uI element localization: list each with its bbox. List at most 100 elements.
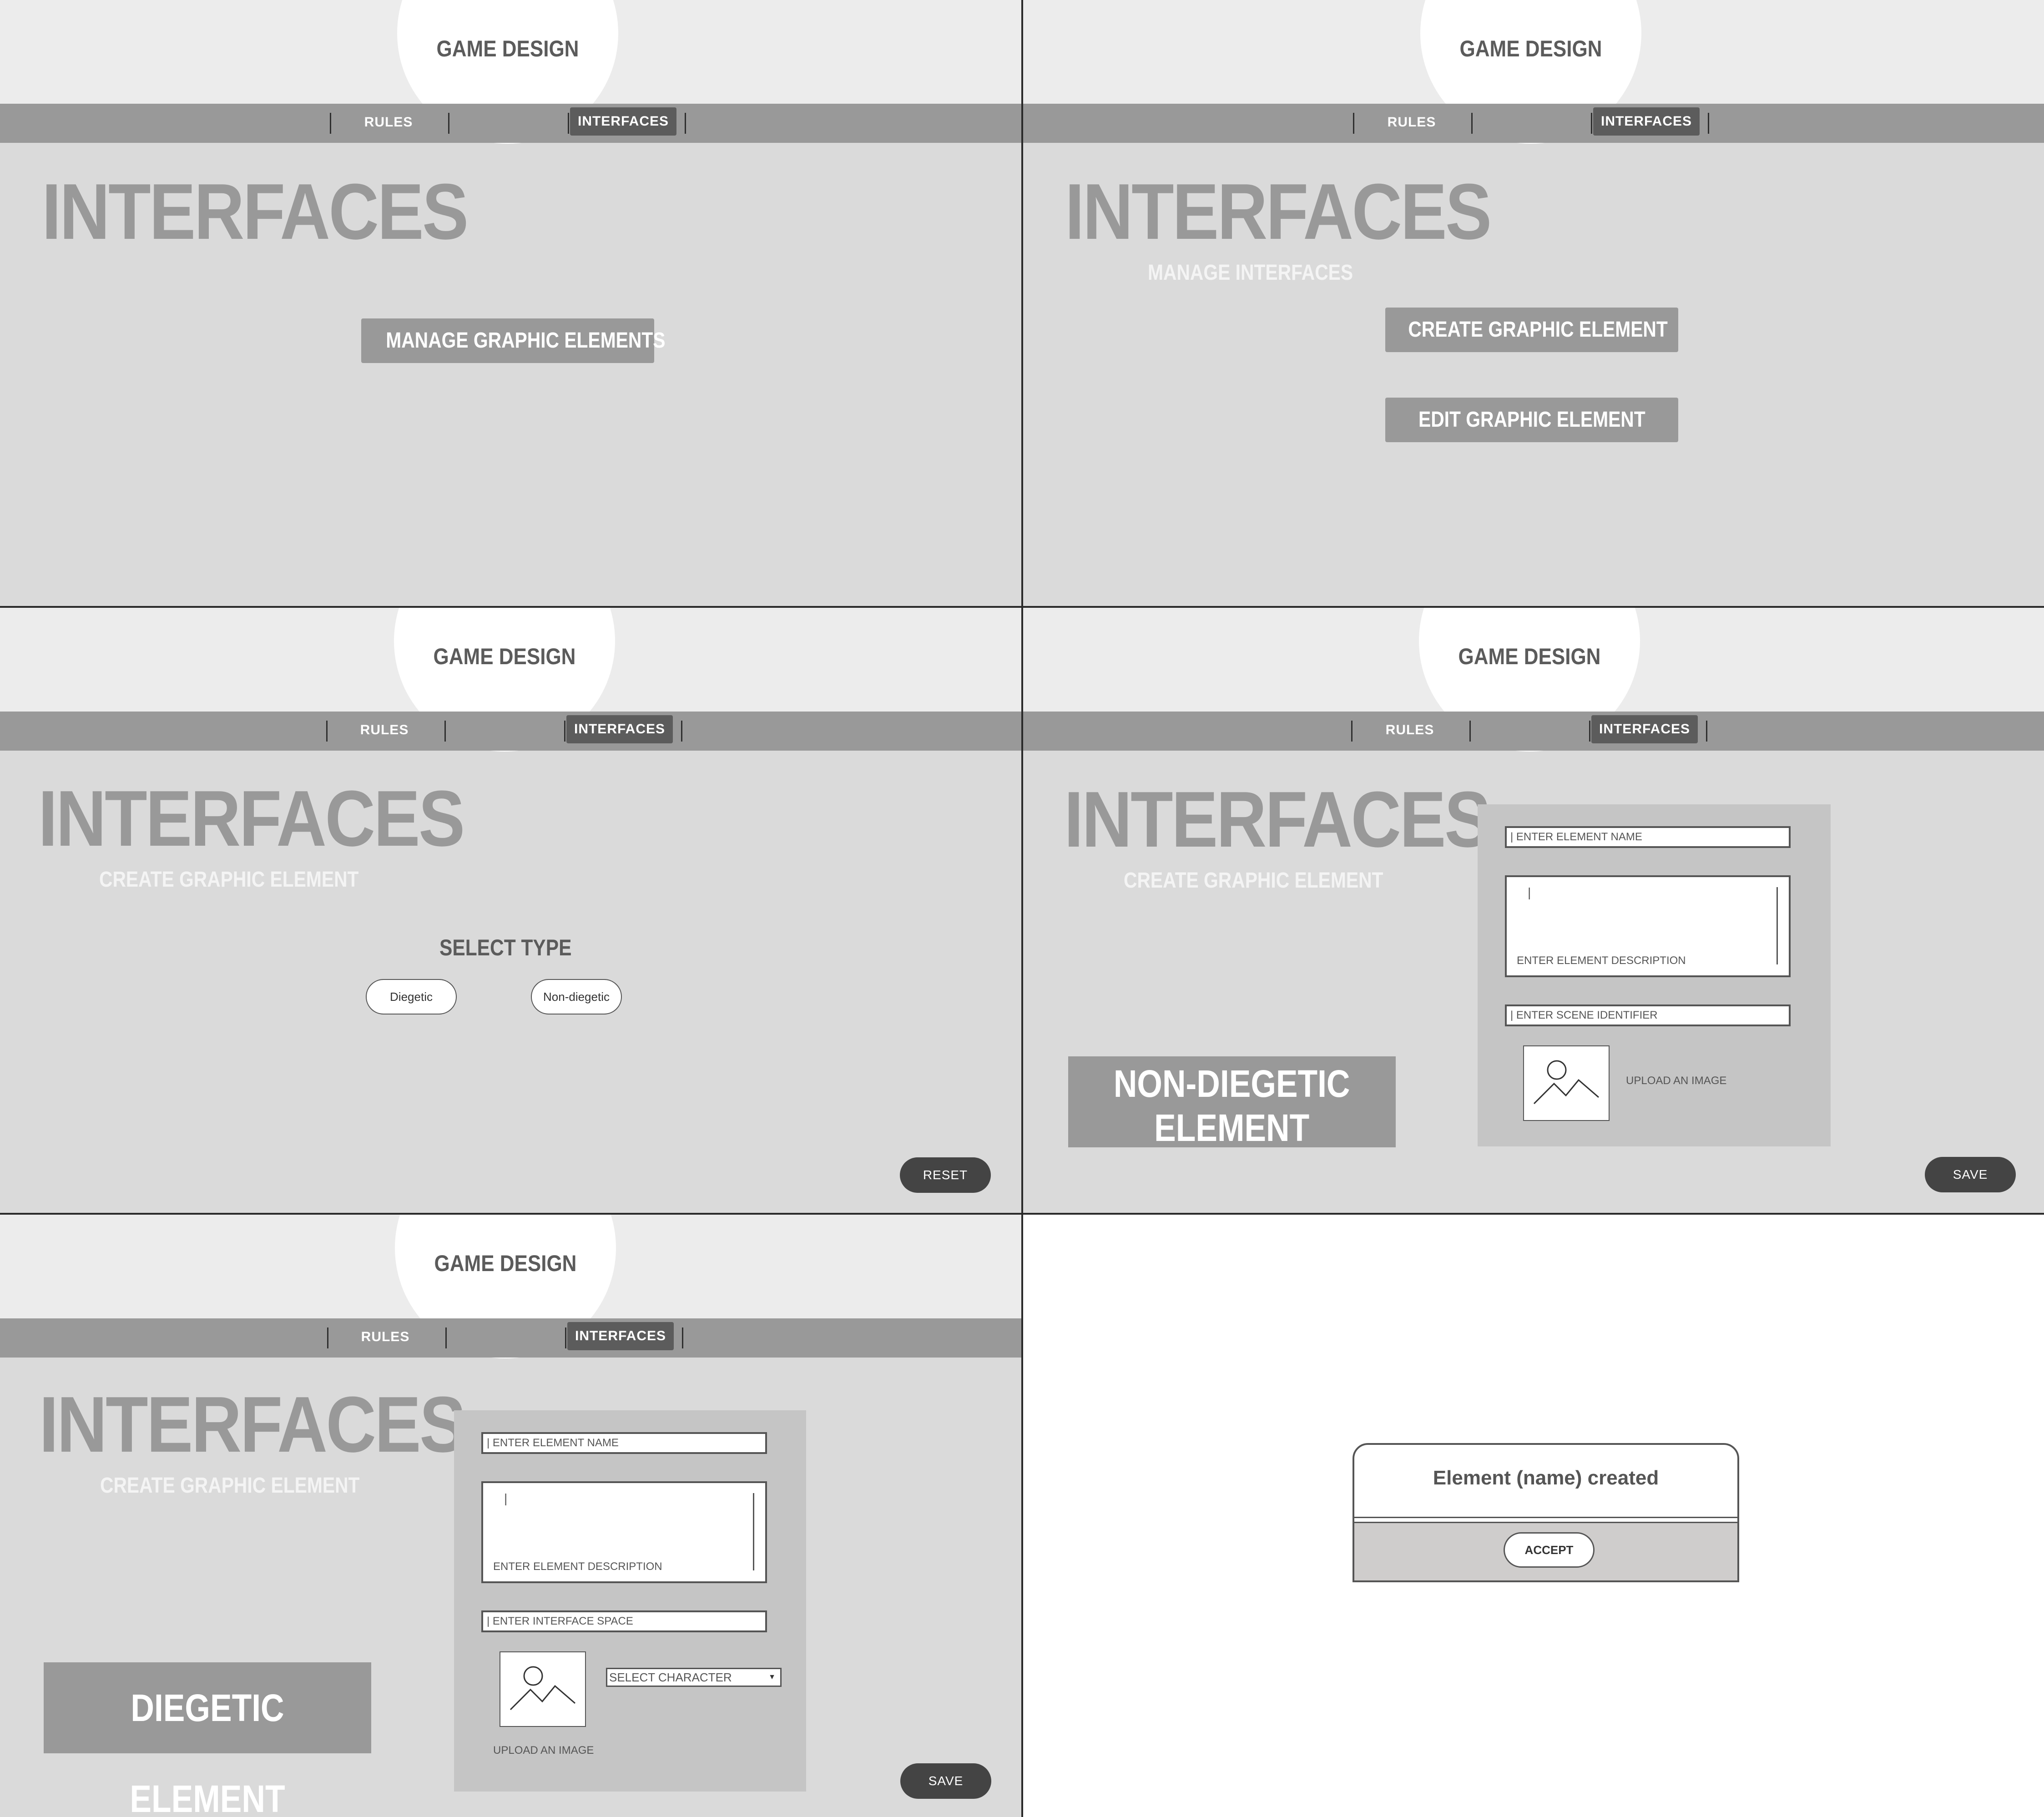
element-description-input[interactable]: | ENTER ELEMENT DESCRIPTION xyxy=(481,1481,767,1583)
image-icon xyxy=(1533,1060,1599,1105)
manage-graphic-elements-label: MANAGE GRAPHIC ELEMENTS xyxy=(386,328,666,353)
save-button[interactable]: SAVE xyxy=(900,1763,991,1799)
create-graphic-element-label: CREATE GRAPHIC ELEMENT xyxy=(1408,318,1668,342)
nav-tab-interfaces[interactable]: INTERFACES xyxy=(570,107,676,136)
nav-separator xyxy=(330,113,331,134)
app-title: GAME DESIGN xyxy=(1458,644,1601,669)
nav-separator xyxy=(1469,721,1471,742)
description-cursor: | xyxy=(1528,885,1531,899)
nav-tab-interfaces[interactable]: INTERFACES xyxy=(567,1322,674,1350)
element-type-label-line2: ELEMENT xyxy=(1154,1106,1310,1149)
diegetic-option[interactable]: Diegetic xyxy=(366,979,457,1014)
nav-tab-rules[interactable]: RULES xyxy=(1366,115,1457,130)
nav-separator xyxy=(327,1327,328,1348)
accept-button[interactable]: ACCEPT xyxy=(1504,1532,1595,1568)
page-subtitle: CREATE GRAPHIC ELEMENT xyxy=(1124,868,1383,893)
scene-identifier-input[interactable]: | ENTER SCENE IDENTIFIER xyxy=(1505,1004,1791,1026)
page-title: INTERFACES xyxy=(42,167,469,256)
panel-divider-horizontal xyxy=(0,606,2044,608)
image-placeholder[interactable] xyxy=(500,1651,586,1727)
app-title: GAME DESIGN xyxy=(433,644,576,669)
nav-bar: RULES INTERFACES xyxy=(0,1318,1021,1358)
save-button[interactable]: SAVE xyxy=(1925,1157,2016,1192)
nav-separator xyxy=(1351,721,1353,742)
element-name-input[interactable]: | ENTER ELEMENT NAME xyxy=(481,1432,767,1454)
nav-bar: RULES INTERFACES xyxy=(1023,104,2044,143)
element-created-dialog: Element (name) created ACCEPT xyxy=(1353,1443,1739,1582)
nav-separator xyxy=(445,1327,447,1348)
description-placeholder: ENTER ELEMENT DESCRIPTION xyxy=(493,1560,662,1573)
nav-separator xyxy=(1706,721,1707,742)
element-type-label: DIEGETIC ELEMENT xyxy=(44,1662,371,1817)
image-placeholder[interactable] xyxy=(1523,1045,1610,1121)
app-title: GAME DESIGN xyxy=(1459,36,1602,61)
nav-separator xyxy=(1708,113,1709,134)
page-subtitle: CREATE GRAPHIC ELEMENT xyxy=(99,868,359,892)
screen-interfaces-home: GAME DESIGN RULES INTERFACES INTERFACES … xyxy=(0,0,1021,606)
nav-separator xyxy=(685,113,686,134)
app-title: GAME DESIGN xyxy=(436,36,579,61)
create-graphic-element-button[interactable]: CREATE GRAPHIC ELEMENT xyxy=(1385,308,1678,352)
element-type-label-line1: NON-DIEGETIC xyxy=(1114,1062,1350,1105)
upload-image-label[interactable]: UPLOAD AN IMAGE xyxy=(493,1744,594,1757)
upload-image-label[interactable]: UPLOAD AN IMAGE xyxy=(1626,1075,1726,1087)
nav-tab-rules[interactable]: RULES xyxy=(340,1329,431,1345)
element-type-label-text: DIEGETIC ELEMENT xyxy=(130,1686,285,1817)
nav-separator xyxy=(681,721,682,742)
nav-separator xyxy=(448,113,449,134)
panel-divider-vertical xyxy=(1021,0,1023,1817)
nav-tab-rules[interactable]: RULES xyxy=(339,722,430,738)
edit-graphic-element-button[interactable]: EDIT GRAPHIC ELEMENT xyxy=(1385,398,1678,442)
image-icon xyxy=(510,1666,575,1711)
nav-separator xyxy=(565,1327,566,1348)
nav-tab-interfaces[interactable]: INTERFACES xyxy=(1593,107,1700,136)
nav-tab-interfaces[interactable]: INTERFACES xyxy=(566,715,673,743)
element-form: | ENTER ELEMENT NAME | ENTER ELEMENT DES… xyxy=(1478,804,1831,1146)
screen-select-type: GAME DESIGN RULES INTERFACES INTERFACES … xyxy=(0,608,1021,1213)
description-scrollbar[interactable] xyxy=(1777,887,1778,964)
nav-tab-rules[interactable]: RULES xyxy=(343,115,434,130)
select-character-dropdown[interactable]: SELECT CHARACTER ▼ xyxy=(606,1668,782,1687)
nav-separator xyxy=(1471,113,1473,134)
screen-manage-interfaces: GAME DESIGN RULES INTERFACES INTERFACES … xyxy=(1023,0,2044,606)
nav-separator xyxy=(444,721,446,742)
dialog-footer: ACCEPT xyxy=(1354,1523,1737,1580)
page-subtitle: MANAGE INTERFACES xyxy=(1148,261,1353,285)
nav-bar: RULES INTERFACES xyxy=(1023,712,2044,751)
nav-separator xyxy=(1589,721,1590,742)
nav-separator xyxy=(682,1327,683,1348)
nav-bar: RULES INTERFACES xyxy=(0,104,1021,143)
panel-divider-horizontal xyxy=(0,1213,2044,1215)
description-scrollbar[interactable] xyxy=(753,1493,754,1570)
nav-separator xyxy=(1353,113,1354,134)
page-title: INTERFACES xyxy=(38,774,465,863)
select-type-heading: SELECT TYPE xyxy=(439,935,572,960)
interface-space-input[interactable]: | ENTER INTERFACE SPACE xyxy=(481,1610,767,1632)
reset-button[interactable]: RESET xyxy=(900,1157,991,1193)
nav-tab-interfaces[interactable]: INTERFACES xyxy=(1591,715,1698,743)
page-title: INTERFACES xyxy=(1065,167,1492,256)
page-subtitle: CREATE GRAPHIC ELEMENT xyxy=(100,1474,360,1498)
nav-separator xyxy=(1591,113,1592,134)
nav-tab-rules[interactable]: RULES xyxy=(1364,722,1455,738)
chevron-down-icon: ▼ xyxy=(768,1673,776,1681)
element-name-input[interactable]: | ENTER ELEMENT NAME xyxy=(1505,826,1791,848)
screen-create-non-diegetic: GAME DESIGN RULES INTERFACES INTERFACES … xyxy=(1023,608,2044,1213)
dialog-message: Element (name) created xyxy=(1433,1467,1659,1489)
dialog-divider xyxy=(1354,1517,1737,1523)
nav-separator xyxy=(326,721,328,742)
nav-bar: RULES INTERFACES xyxy=(0,712,1021,751)
screen-create-diegetic: GAME DESIGN RULES INTERFACES INTERFACES … xyxy=(0,1215,1021,1817)
element-form: | ENTER ELEMENT NAME | ENTER ELEMENT DES… xyxy=(454,1410,806,1792)
non-diegetic-option[interactable]: Non-diegetic xyxy=(531,979,622,1014)
manage-graphic-elements-button[interactable]: MANAGE GRAPHIC ELEMENTS xyxy=(361,318,666,363)
description-cursor: | xyxy=(504,1491,508,1505)
page-title: INTERFACES xyxy=(1064,775,1491,863)
description-placeholder: ENTER ELEMENT DESCRIPTION xyxy=(1517,954,1686,967)
nav-separator xyxy=(568,113,569,134)
app-title: GAME DESIGN xyxy=(434,1251,577,1276)
element-type-label: NON-DIEGETIC ELEMENT xyxy=(1068,1056,1396,1147)
select-character-value: SELECT CHARACTER xyxy=(609,1671,732,1684)
element-description-input[interactable]: | ENTER ELEMENT DESCRIPTION xyxy=(1505,875,1791,977)
edit-graphic-element-label: EDIT GRAPHIC ELEMENT xyxy=(1418,408,1645,432)
